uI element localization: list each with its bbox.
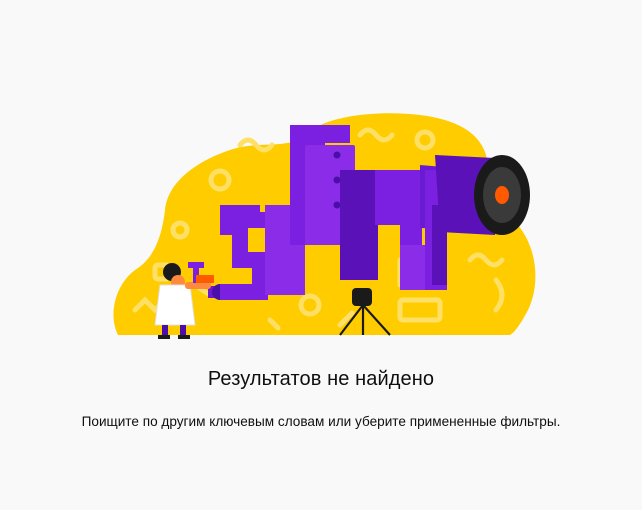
no-results-page: Результатов не найдено Поищите по другим… [0, 0, 642, 510]
empty-state-message: Поищите по другим ключевым словам или уб… [81, 414, 561, 429]
lens-icon [495, 186, 509, 204]
tripod-head [352, 288, 372, 306]
telescope-illustration [113, 113, 536, 339]
empty-state-title: Результатов не найдено [207, 368, 435, 390]
